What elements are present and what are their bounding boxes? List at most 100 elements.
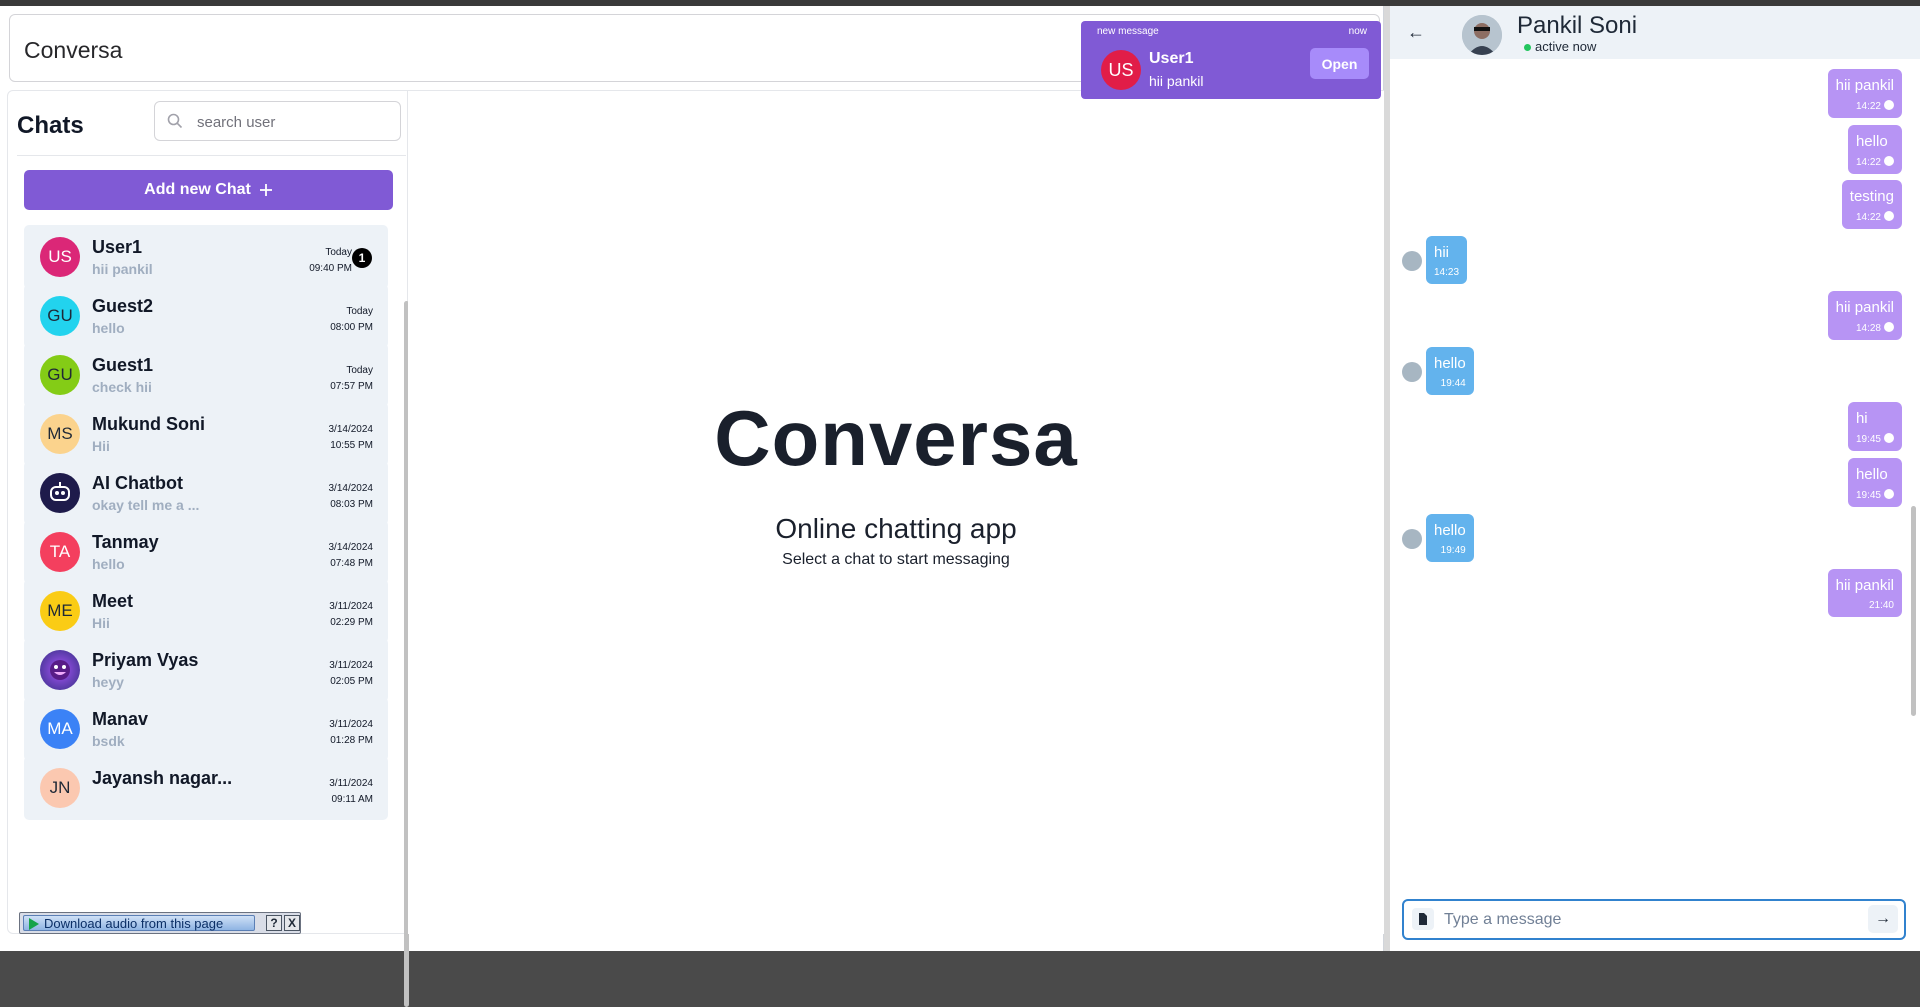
message-time: 19:49 [1440,545,1466,556]
message-time-row: 14:22 [1856,156,1894,168]
outgoing-message: testing 14:22 [1841,180,1902,229]
toast-open-button[interactable]: Open [1310,48,1369,79]
character-avatar-icon [40,650,80,690]
chat-timestamp: 3/11/2024 02:05 PM [329,658,373,690]
chat-last-message: hii pankil [92,261,153,277]
add-new-chat-button[interactable]: Add new Chat [24,170,393,210]
message-time-row: 19:44 [1434,378,1466,389]
chat-time: 02:05 PM [330,676,373,687]
main-window: Conversa Chats search user Add new Chat … [0,6,1384,1007]
chat-name: Mukund Soni [92,414,205,434]
chat-list-item[interactable]: TA Tanmay hello 3/14/2024 07:48 PM [24,520,388,584]
sender-avatar-icon [1402,251,1422,271]
person-avatar-icon [1462,15,1502,55]
chat-list-item[interactable]: AI Chatbot okay tell me a ... 3/14/2024 08:… [24,461,388,525]
outgoing-message: hii pankil 14:22 [1827,69,1902,118]
chat-list-item[interactable]: GU Guest1 check hii Today 07:57 PM [24,343,388,407]
chat-name: Guest1 [92,355,154,375]
chat-date: 3/11/2024 [329,601,373,612]
message-text: hello [1434,522,1466,539]
welcome-panel: Conversa Online chatting app Select a ch… [408,90,1384,934]
add-new-chat-label: Add new Chat [144,181,251,198]
sender-avatar-icon [1402,362,1422,382]
chat-list-item[interactable]: JN Jayansh nagar... 3/11/2024 09:11 AM [24,756,388,820]
toast-sender: User1 [1149,50,1194,67]
search-input[interactable]: search user [154,101,401,141]
chat-time: 10:55 PM [330,440,373,451]
outgoing-message: hii pankil 21:40 [1827,569,1902,617]
message-time: 19:45 [1855,490,1881,501]
message-input[interactable]: Type a message [1444,911,1561,929]
chat-last-message: hello [92,320,125,336]
audio-download-bar: Download audio from this page ? X [19,912,301,934]
chat-list-item[interactable]: US User1 hii pankil Today 09:40 PM 1 [24,225,388,289]
app-brand: Conversa [24,37,123,63]
chat-timestamp: 3/11/2024 02:29 PM [329,599,373,631]
chat-timestamp: Today 09:40 PM [309,245,352,277]
chat-name: Manav [92,709,149,729]
contact-status-text: active now [1535,39,1597,54]
chat-date: 3/14/2024 [328,483,374,494]
avatar: GU [40,355,80,395]
avatar: US [40,237,80,277]
chat-last-message: check hii [92,379,152,395]
chat-time: 09:40 PM [309,263,352,274]
message-time-row: 19:45 [1856,433,1894,445]
chat-last-message: hello [92,556,125,572]
read-check-icon [1884,100,1894,110]
read-check-icon [1884,322,1894,332]
back-arrow-icon[interactable]: ← [1407,22,1425,43]
welcome-title: Conversa [714,394,1078,482]
message-list-scrollbar[interactable] [1911,506,1916,716]
message-time-row: 14:28 [1836,322,1894,334]
message-text: hello [1855,133,1888,150]
unread-badge: 1 [352,248,372,268]
outgoing-message: hi 19:45 [1847,402,1902,451]
chat-timestamp: 3/11/2024 09:11 AM [329,776,373,808]
avatar: GU [40,296,80,336]
message-time: 14:23 [1434,267,1460,278]
welcome-hint: Select a chat to start messaging [782,551,1010,568]
file-icon [1419,913,1427,925]
chat-date: Today [346,365,373,376]
chat-list-item[interactable]: MS Mukund Soni Hii 3/14/2024 10:55 PM [24,402,388,466]
download-audio-button[interactable]: Download audio from this page [23,915,255,931]
message-text: hii pankil [1835,577,1894,594]
read-check-icon [1884,433,1894,443]
chat-time: 02:29 PM [330,617,373,628]
chat-time: 08:00 PM [330,322,373,333]
chat-list-item[interactable]: ME Meet Hii 3/11/2024 02:29 PM [24,579,388,643]
message-text: hii pankil [1835,77,1894,94]
download-audio-label: Download audio from this page [44,916,224,931]
message-time: 19:45 [1855,434,1881,445]
chat-date: 3/11/2024 [329,719,373,730]
search-icon [167,113,183,129]
chat-time: 09:11 AM [331,794,373,805]
chat-sidebar: Chats search user Add new Chat US User1 hi… [7,90,409,1007]
chat-timestamp: Today 07:57 PM [330,363,373,395]
message-time: 14:22 [1855,101,1881,112]
help-button[interactable]: ? [266,915,282,931]
close-extension-button[interactable]: X [284,915,300,931]
send-button[interactable]: → [1868,905,1898,933]
chat-header: ← Pankil Soni active now [1390,6,1920,59]
chat-timestamp: 3/14/2024 10:55 PM [329,422,374,454]
sidebar-title: Chats [17,112,84,139]
outgoing-message: hello 14:22 [1847,125,1902,174]
chat-name: User1 [92,237,143,257]
message-time: 19:44 [1440,378,1466,389]
contact-name: Pankil Soni [1517,12,1638,39]
chat-timestamp: 3/14/2024 08:03 PM [329,481,374,513]
avatar: JN [40,768,80,808]
chat-date: Today [325,247,352,258]
message-composer: Type a message → [1402,899,1906,940]
chat-list-item[interactable]: Priyam Vyas heyy 3/11/2024 02:05 PM [24,638,388,702]
toast-time: now [1348,26,1367,37]
chat-name: AI Chatbot [92,473,183,493]
toast-avatar: US [1101,50,1141,90]
attach-file-button[interactable] [1412,908,1434,930]
chat-list-item[interactable]: MA Manav bsdk 3/11/2024 01:28 PM [24,697,388,761]
chat-name: Meet [92,591,134,611]
chat-list-item[interactable]: GU Guest2 hello Today 08:00 PM [24,284,388,348]
message-text: hi [1855,410,1868,427]
